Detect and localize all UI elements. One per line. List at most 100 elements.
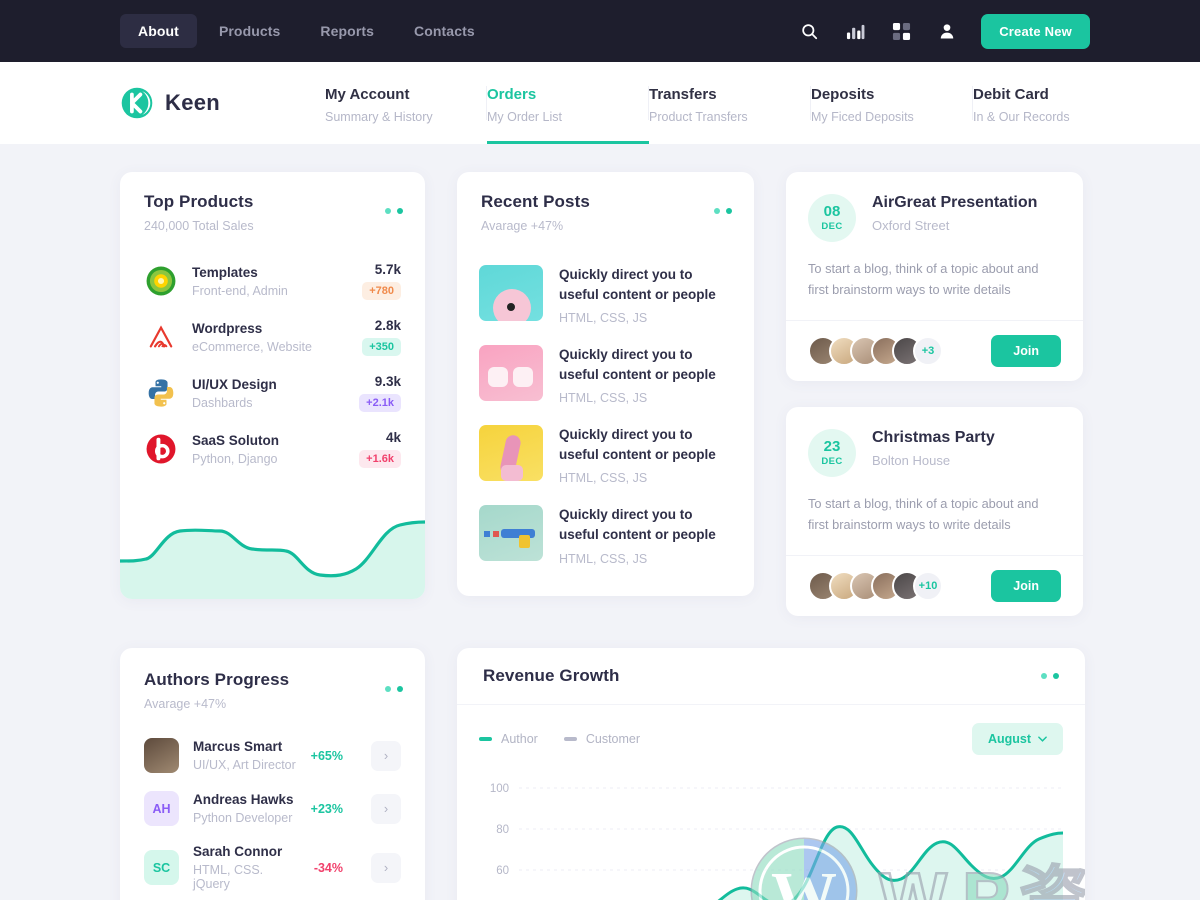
top-products-subtitle: 240,000 Total Sales	[144, 219, 254, 233]
recent-posts-menu-icon[interactable]	[714, 208, 732, 214]
topnav-item-products[interactable]: Products	[201, 14, 298, 48]
python-logo-icon	[144, 376, 178, 410]
authors-list: Marcus Smart UI/UX, Art Director +65% › …	[120, 717, 425, 900]
chevron-right-icon[interactable]: ›	[371, 852, 401, 883]
month-selector[interactable]: August	[971, 723, 1063, 756]
tab-debit-card[interactable]: Debit Card In & Our Records	[972, 62, 1135, 144]
join-button[interactable]: Join	[991, 570, 1061, 603]
post-item[interactable]: Quickly direct you to useful content or …	[479, 255, 732, 335]
chevron-right-icon[interactable]: ›	[371, 793, 401, 824]
product-name: Wordpress	[192, 320, 263, 336]
author-progress-percent: -34%	[313, 860, 343, 875]
legend-item-customer[interactable]: Customer	[563, 732, 640, 746]
teal-toy-gun-thumb-image	[479, 505, 543, 562]
user-icon[interactable]	[935, 19, 959, 43]
yellow-hand-thumb-image	[479, 425, 543, 482]
search-icon[interactable]	[797, 19, 821, 43]
post-item[interactable]: Quickly direct you to useful content or …	[479, 415, 732, 495]
author-progress-percent: +65%	[310, 748, 343, 763]
author-role: Python Developer	[193, 811, 293, 826]
event-description: To start a blog, think of a topic about …	[808, 261, 1039, 298]
avatar	[144, 738, 179, 774]
event-body: 23 DEC Christmas Party Bolton House To s…	[786, 407, 1083, 555]
product-row[interactable]: Wordpress eCommerce, Website 2.8k +350	[144, 309, 401, 365]
product-value: 9.3k	[374, 374, 401, 389]
tab-deposits[interactable]: Deposits My Ficed Deposits	[810, 62, 973, 144]
events-column: 08 DEC AirGreat Presentation Oxford Stre…	[786, 172, 1083, 617]
bar-chart-icon[interactable]	[843, 19, 867, 43]
authors-progress-header: Authors Progress Avarage +47%	[120, 648, 425, 717]
beats-logo-icon	[144, 432, 178, 466]
top-products-menu-icon[interactable]	[385, 208, 403, 214]
event-description: To start a blog, think of a topic about …	[808, 496, 1039, 533]
product-category: Python, Django	[192, 451, 278, 466]
create-new-button[interactable]: Create New	[981, 13, 1090, 49]
product-row[interactable]: UI/UX Design Dashbards 9.3k +2.1k	[144, 365, 401, 421]
author-row[interactable]: AH Andreas Hawks Python Developer +23% ›	[144, 782, 401, 835]
topnav-item-contacts[interactable]: Contacts	[396, 14, 493, 48]
month-selector-label: August	[987, 732, 1031, 747]
legend-label-author: Author	[501, 732, 538, 747]
bp-flower-logo-icon	[144, 264, 178, 298]
recent-posts-subtitle: Avarage +47%	[481, 219, 564, 233]
grid-icon[interactable]	[889, 19, 913, 43]
product-category: Dashbards	[192, 395, 253, 410]
author-row[interactable]: Marcus Smart UI/UX, Art Director +65% ›	[144, 729, 401, 782]
recent-posts-title: Recent Posts	[481, 192, 590, 211]
revenue-growth-card: Revenue Growth Author Customer August 10…	[457, 648, 1085, 900]
brand-name: Keen	[165, 90, 220, 115]
join-button[interactable]: Join	[991, 335, 1061, 368]
brand-logo[interactable]: Keen	[120, 62, 325, 144]
tab-orders-subtitle: My Order List	[487, 110, 563, 124]
topnav-item-about[interactable]: About	[120, 14, 197, 48]
tab-debit-card-title: Debit Card	[973, 86, 1049, 103]
product-delta-badge: +2.1k	[359, 394, 401, 412]
event-place: Bolton House	[872, 453, 951, 469]
product-row[interactable]: Templates Front-end, Admin 5.7k +780	[144, 253, 401, 309]
tab-orders[interactable]: Orders My Order List	[486, 62, 649, 144]
post-tags: HTML, CSS, JS	[559, 551, 648, 566]
author-role: UI/UX, Art Director	[193, 758, 296, 773]
event-header: 08 DEC AirGreat Presentation Oxford Stre…	[808, 194, 1061, 242]
authors-progress-title: Authors Progress	[144, 670, 290, 690]
product-metrics: 4k +1.6k	[359, 430, 401, 468]
tab-transfers[interactable]: Transfers Product Transfers	[648, 62, 811, 144]
tab-transfers-subtitle: Product Transfers	[649, 110, 748, 124]
author-info: Sarah Connor HTML, CSS. jQuery	[193, 844, 300, 891]
product-delta-badge: +780	[362, 282, 401, 300]
event-place: Oxford Street	[872, 218, 950, 233]
post-tags: HTML, CSS, JS	[559, 391, 648, 406]
chart-legend: Author Customer August	[479, 723, 1063, 756]
author-progress-percent: +23%	[310, 801, 343, 816]
legend-item-author[interactable]: Author	[479, 732, 538, 746]
post-title: Quickly direct you to useful content or …	[559, 267, 716, 302]
keen-mark-icon	[121, 87, 153, 119]
authors-progress-menu-icon[interactable]	[385, 686, 403, 693]
tab-my-account[interactable]: My Account Summary & History	[325, 62, 487, 144]
dashboard-content: Top Products 240,000 Total Sales Templat…	[0, 144, 1200, 900]
y-tick-80: 80	[496, 824, 509, 836]
product-name: Templates	[192, 264, 258, 280]
y-tick-60: 60	[496, 865, 509, 877]
avatar-overflow-count: +3	[913, 336, 943, 367]
dashboard-row-top: Top Products 240,000 Total Sales Templat…	[120, 172, 1083, 617]
avatar-initials: SC	[144, 850, 179, 886]
product-value: 4k	[385, 430, 401, 445]
post-text: Quickly direct you to useful content or …	[559, 265, 732, 325]
tab-my-account-subtitle: Summary & History	[325, 110, 433, 124]
revenue-growth-menu-icon[interactable]	[1041, 673, 1059, 680]
event-day: 08	[823, 203, 841, 220]
topnav-item-reports[interactable]: Reports	[302, 14, 392, 48]
post-item[interactable]: Quickly direct you to useful content or …	[479, 335, 732, 415]
chevron-right-icon[interactable]: ›	[371, 740, 401, 771]
tab-my-account-title: My Account	[325, 86, 410, 103]
post-title: Quickly direct you to useful content or …	[559, 427, 716, 462]
recent-posts-list: Quickly direct you to useful content or …	[457, 239, 754, 596]
author-row[interactable]: SC Sarah Connor HTML, CSS. jQuery -34% ›	[144, 835, 401, 900]
post-item[interactable]: Quickly direct you to useful content or …	[479, 495, 732, 575]
post-text: Quickly direct you to useful content or …	[559, 345, 732, 405]
product-metrics: 5.7k +780	[362, 262, 401, 300]
tab-debit-card-subtitle: In & Our Records	[973, 110, 1070, 124]
secondary-navigation-bar: Keen My Account Summary & History Orders…	[0, 62, 1200, 144]
product-row[interactable]: SaaS Soluton Python, Django 4k +1.6k	[144, 421, 401, 477]
